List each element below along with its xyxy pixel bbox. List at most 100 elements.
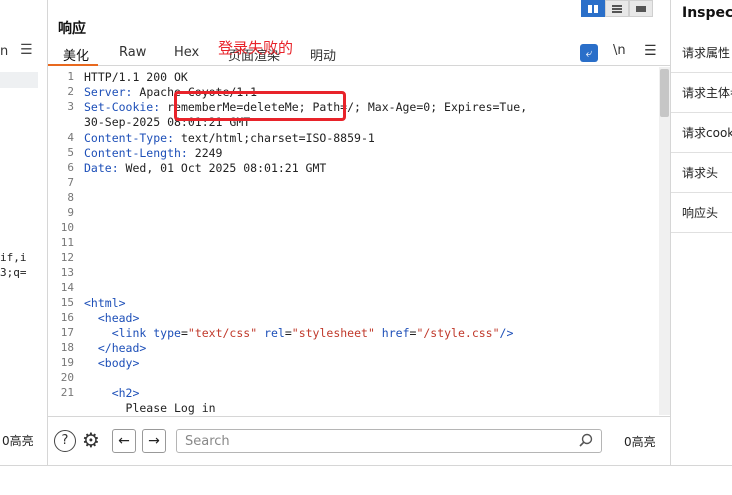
line-number: 11 [60, 236, 74, 249]
request-tab-fragment[interactable]: n [0, 44, 8, 59]
line-number: 14 [60, 281, 74, 294]
line-number: 3 [67, 100, 74, 113]
code-line: Date: Wed, 01 Oct 2025 08:01:21 GMT [84, 161, 326, 176]
html-tag: <head> [84, 311, 140, 325]
html-attr-value: "text/css" [187, 326, 258, 340]
response-code: HTTP/1.1 200 OK Server: Apache-Coyote/1.… [84, 67, 654, 415]
line-number: 16 [60, 311, 74, 324]
split-columns-icon[interactable] [581, 0, 605, 17]
request-panel-edge: n ☰ if,i 3;q= 0高亮 [0, 0, 48, 465]
code-line: Please Log in [84, 401, 216, 415]
html-tag: <link [84, 326, 154, 340]
line-number: 20 [60, 371, 74, 384]
status-line: HTTP/1.1 200 OK [84, 70, 188, 84]
next-match-button[interactable]: → [142, 429, 166, 453]
response-search-bar: ? ⚙ ← → 0高亮 [48, 416, 670, 465]
response-title: 响应 [58, 21, 86, 37]
code-line: <link type="text/css" rel="stylesheet" h… [84, 326, 514, 340]
line-number: 6 [67, 161, 74, 174]
line-number: 10 [60, 221, 74, 234]
code-line: Content-Type: text/html;charset=ISO-8859… [84, 131, 375, 146]
code-line: </head> [84, 341, 146, 356]
wrap-lines-icon[interactable]: ⤶ [580, 44, 598, 62]
html-tag: /> [499, 326, 514, 340]
response-view-tabs: 美化 Raw Hex 页面渲染 明动 [48, 40, 670, 66]
layout-toggle[interactable] [581, 0, 653, 17]
html-tag: <h2> [84, 386, 140, 400]
active-tab-underline [48, 64, 98, 66]
tab-extra[interactable]: 明动 [310, 45, 336, 64]
single-view-icon[interactable] [629, 0, 653, 17]
tab-raw[interactable]: Raw [119, 45, 146, 60]
code-line: HTTP/1.1 200 OK [84, 70, 188, 85]
header-key: Content-Length: [84, 146, 188, 160]
code-line: <h2> [84, 386, 140, 401]
header-key: Server: [84, 85, 133, 99]
inspector-item-request-headers[interactable]: 请求头 [671, 153, 732, 193]
html-attr: rel [257, 326, 285, 340]
settings-gear-icon[interactable]: ⚙ [82, 428, 100, 452]
inspector-item-request-attributes[interactable]: 请求属性 [671, 33, 732, 73]
header-value: text/html;charset=ISO-8859-1 [174, 131, 375, 145]
code-line: Content-Length: 2249 [84, 146, 222, 161]
split-rows-icon[interactable] [605, 0, 629, 17]
header-key: Date: [84, 161, 119, 175]
response-editor[interactable]: 1 2 3 4 5 6 7 8 9 10 11 12 13 14 15 16 1… [48, 67, 670, 415]
response-panel: 响应 美化 Raw Hex 页面渲染 明动 登录失败的 ⤶ \n ☰ 1 2 3… [48, 0, 670, 465]
line-number: 7 [67, 176, 74, 189]
line-number: 12 [60, 251, 74, 264]
html-attr-value: "stylesheet" [291, 326, 375, 340]
request-highlighted-row [0, 72, 38, 88]
inspector-item-request-cookies[interactable]: 请求cookie [671, 113, 732, 153]
line-number-gutter: 1 2 3 4 5 6 7 8 9 10 11 12 13 14 15 16 1… [48, 67, 78, 415]
help-icon[interactable]: ? [54, 430, 76, 452]
header-value: 2249 [187, 146, 223, 160]
status-footer [0, 465, 732, 495]
inspector-item-response-headers[interactable]: 响应头 [671, 193, 732, 233]
vertical-scrollbar[interactable] [659, 67, 670, 415]
html-tag: <html> [84, 296, 126, 310]
tab-pretty[interactable]: 美化 [63, 45, 89, 64]
scrollbar-thumb[interactable] [660, 69, 669, 117]
inspector-item-request-body-params[interactable]: 请求主体参数 [671, 73, 732, 113]
annotation-highlight-box [174, 91, 346, 121]
html-attr: type [153, 326, 181, 340]
code-line: <body> [84, 356, 140, 371]
header-key: Set-Cookie: [84, 100, 161, 114]
tab-hex[interactable]: Hex [174, 45, 199, 60]
request-code-fragment: 3;q= [0, 266, 27, 279]
line-number: 1 [67, 70, 74, 83]
html-tag: </head> [84, 341, 147, 355]
search-icon[interactable] [579, 433, 593, 451]
line-number: 19 [60, 356, 74, 369]
search-box [176, 429, 602, 453]
request-menu-icon[interactable]: ☰ [20, 42, 33, 58]
line-number: 8 [67, 191, 74, 204]
newline-toggle[interactable]: \n [613, 43, 626, 58]
line-number: 17 [60, 326, 74, 339]
line-number: 15 [60, 296, 74, 309]
request-highlight-count: 0高亮 [2, 434, 34, 448]
line-number: 5 [67, 146, 74, 159]
inspector-panel: Inspector 请求属性 请求主体参数 请求cookie 请求头 响应头 [670, 0, 732, 465]
request-code-fragment: if,i [0, 251, 27, 264]
header-value: Wed, 01 Oct 2025 08:01:21 GMT [118, 161, 327, 175]
response-highlight-count: 0高亮 [624, 435, 656, 449]
html-tag: <body> [84, 356, 140, 370]
line-number: 21 [60, 386, 74, 399]
annotation-text: 登录失败的 [218, 39, 294, 57]
line-number: 9 [67, 206, 74, 219]
html-attr: href [374, 326, 410, 340]
header-key: Content-Type: [84, 131, 175, 145]
response-menu-icon[interactable]: ☰ [644, 43, 657, 59]
search-input[interactable] [177, 430, 567, 453]
line-number: 13 [60, 266, 74, 279]
code-line: <html> [84, 296, 126, 311]
inspector-title: Inspector [682, 5, 732, 21]
html-attr-value: "/style.css" [416, 326, 500, 340]
line-number: 4 [67, 131, 74, 144]
code-line: <head> [84, 311, 140, 326]
line-number: 18 [60, 341, 74, 354]
body-text: Please Log in [84, 401, 216, 415]
previous-match-button[interactable]: ← [112, 429, 136, 453]
